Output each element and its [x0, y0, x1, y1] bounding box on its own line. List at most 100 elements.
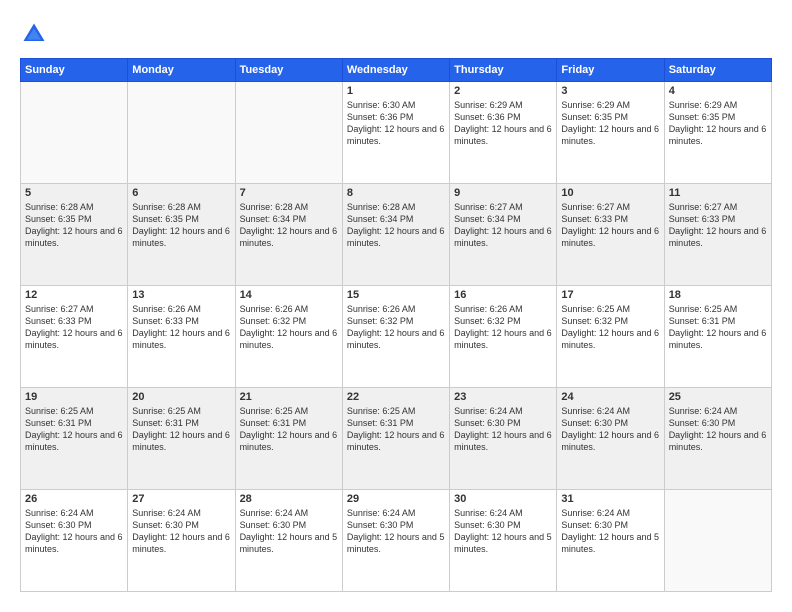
calendar-cell: 8 Sunrise: 6:28 AM Sunset: 6:34 PM Daylig… — [342, 184, 449, 286]
calendar-cell: 3 Sunrise: 6:29 AM Sunset: 6:35 PM Daylig… — [557, 82, 664, 184]
cell-text: Sunrise: 6:25 AM Sunset: 6:31 PM Dayligh… — [240, 405, 338, 454]
day-number: 20 — [132, 391, 230, 403]
calendar-header-row: SundayMondayTuesdayWednesdayThursdayFrid… — [21, 59, 772, 82]
calendar-cell: 27 Sunrise: 6:24 AM Sunset: 6:30 PM Dayli… — [128, 490, 235, 592]
cell-text: Sunrise: 6:28 AM Sunset: 6:35 PM Dayligh… — [132, 201, 230, 250]
logo-icon — [20, 20, 48, 48]
page: SundayMondayTuesdayWednesdayThursdayFrid… — [0, 0, 792, 612]
calendar-table: SundayMondayTuesdayWednesdayThursdayFrid… — [20, 58, 772, 592]
weekday-header-saturday: Saturday — [664, 59, 771, 82]
day-number: 9 — [454, 187, 552, 199]
calendar-week-row: 19 Sunrise: 6:25 AM Sunset: 6:31 PM Dayli… — [21, 388, 772, 490]
calendar-cell: 30 Sunrise: 6:24 AM Sunset: 6:30 PM Dayli… — [450, 490, 557, 592]
day-number: 26 — [25, 493, 123, 505]
cell-text: Sunrise: 6:29 AM Sunset: 6:35 PM Dayligh… — [669, 99, 767, 148]
calendar-cell: 10Sunrise: 6:27 AM Sunset: 6:33 PM Dayli… — [557, 184, 664, 286]
calendar-cell: 11 Sunrise: 6:27 AM Sunset: 6:33 PM Dayli… — [664, 184, 771, 286]
cell-text: Sunrise: 6:26 AM Sunset: 6:32 PM Dayligh… — [347, 303, 445, 352]
day-number: 25 — [669, 391, 767, 403]
day-number: 23 — [454, 391, 552, 403]
cell-text: Sunrise: 6:27 AM Sunset: 6:33 PM Dayligh… — [669, 201, 767, 250]
calendar-cell — [235, 82, 342, 184]
cell-text: Sunrise: 6:28 AM Sunset: 6:34 PM Dayligh… — [347, 201, 445, 250]
cell-text: Sunrise: 6:24 AM Sunset: 6:30 PM Dayligh… — [669, 405, 767, 454]
calendar-cell: 25 Sunrise: 6:24 AM Sunset: 6:30 PM Dayli… — [664, 388, 771, 490]
day-number: 18 — [669, 289, 767, 301]
cell-text: Sunrise: 6:24 AM Sunset: 6:30 PM Dayligh… — [25, 507, 123, 556]
weekday-header-monday: Monday — [128, 59, 235, 82]
calendar-cell: 4Sunrise: 6:29 AM Sunset: 6:35 PM Daylig… — [664, 82, 771, 184]
day-number: 19 — [25, 391, 123, 403]
weekday-header-thursday: Thursday — [450, 59, 557, 82]
day-number: 7 — [240, 187, 338, 199]
calendar-cell: 1 Sunrise: 6:30 AM Sunset: 6:36 PM Daylig… — [342, 82, 449, 184]
calendar-cell: 6 Sunrise: 6:28 AM Sunset: 6:35 PM Daylig… — [128, 184, 235, 286]
calendar-cell — [21, 82, 128, 184]
cell-text: Sunrise: 6:27 AM Sunset: 6:33 PM Dayligh… — [25, 303, 123, 352]
day-number: 5 — [25, 187, 123, 199]
calendar-cell: 12 Sunrise: 6:27 AM Sunset: 6:33 PM Dayli… — [21, 286, 128, 388]
calendar-cell: 22Sunrise: 6:25 AM Sunset: 6:31 PM Dayli… — [342, 388, 449, 490]
calendar-cell: 2 Sunrise: 6:29 AM Sunset: 6:36 PM Daylig… — [450, 82, 557, 184]
calendar-cell: 19 Sunrise: 6:25 AM Sunset: 6:31 PM Dayli… — [21, 388, 128, 490]
cell-text: Sunrise: 6:26 AM Sunset: 6:32 PM Dayligh… — [454, 303, 552, 352]
calendar-cell: 9 Sunrise: 6:27 AM Sunset: 6:34 PM Daylig… — [450, 184, 557, 286]
calendar-cell: 24 Sunrise: 6:24 AM Sunset: 6:30 PM Dayli… — [557, 388, 664, 490]
logo — [20, 20, 52, 48]
day-number: 15 — [347, 289, 445, 301]
weekday-header-tuesday: Tuesday — [235, 59, 342, 82]
cell-text: Sunrise: 6:25 AM Sunset: 6:31 PM Dayligh… — [25, 405, 123, 454]
cell-text: Sunrise: 6:26 AM Sunset: 6:33 PM Dayligh… — [132, 303, 230, 352]
cell-text: Sunrise: 6:25 AM Sunset: 6:31 PM Dayligh… — [132, 405, 230, 454]
calendar-cell: 26 Sunrise: 6:24 AM Sunset: 6:30 PM Dayli… — [21, 490, 128, 592]
calendar-cell: 21 Sunrise: 6:25 AM Sunset: 6:31 PM Dayli… — [235, 388, 342, 490]
day-number: 8 — [347, 187, 445, 199]
cell-text: Sunrise: 6:24 AM Sunset: 6:30 PM Dayligh… — [132, 507, 230, 556]
cell-text: Sunrise: 6:24 AM Sunset: 6:30 PM Dayligh… — [454, 405, 552, 454]
day-number: 3 — [561, 85, 659, 97]
day-number: 12 — [25, 289, 123, 301]
calendar-week-row: 12 Sunrise: 6:27 AM Sunset: 6:33 PM Dayli… — [21, 286, 772, 388]
day-number: 28 — [240, 493, 338, 505]
calendar-cell: 13 Sunrise: 6:26 AM Sunset: 6:33 PM Dayli… — [128, 286, 235, 388]
cell-text: Sunrise: 6:25 AM Sunset: 6:31 PM Dayligh… — [669, 303, 767, 352]
cell-text: Sunrise: 6:27 AM Sunset: 6:34 PM Dayligh… — [454, 201, 552, 250]
day-number: 27 — [132, 493, 230, 505]
cell-text: Sunrise: 6:24 AM Sunset: 6:30 PM Dayligh… — [561, 405, 659, 454]
calendar-cell: 20 Sunrise: 6:25 AM Sunset: 6:31 PM Dayli… — [128, 388, 235, 490]
day-number: 16 — [454, 289, 552, 301]
day-number: 14 — [240, 289, 338, 301]
cell-text: Sunrise: 6:27 AM Sunset: 6:33 PM Dayligh… — [561, 201, 659, 250]
day-number: 30 — [454, 493, 552, 505]
weekday-header-friday: Friday — [557, 59, 664, 82]
day-number: 6 — [132, 187, 230, 199]
day-number: 1 — [347, 85, 445, 97]
cell-text: Sunrise: 6:25 AM Sunset: 6:32 PM Dayligh… — [561, 303, 659, 352]
cell-text: Sunrise: 6:28 AM Sunset: 6:35 PM Dayligh… — [25, 201, 123, 250]
calendar-cell: 5 Sunrise: 6:28 AM Sunset: 6:35 PM Daylig… — [21, 184, 128, 286]
calendar-cell: 23 Sunrise: 6:24 AM Sunset: 6:30 PM Dayli… — [450, 388, 557, 490]
day-number: 17 — [561, 289, 659, 301]
cell-text: Sunrise: 6:29 AM Sunset: 6:36 PM Dayligh… — [454, 99, 552, 148]
calendar-cell: 16 Sunrise: 6:26 AM Sunset: 6:32 PM Dayli… — [450, 286, 557, 388]
header — [20, 20, 772, 48]
weekday-header-sunday: Sunday — [21, 59, 128, 82]
day-number: 13 — [132, 289, 230, 301]
calendar-cell: 14Sunrise: 6:26 AM Sunset: 6:32 PM Dayli… — [235, 286, 342, 388]
calendar-cell: 17 Sunrise: 6:25 AM Sunset: 6:32 PM Dayli… — [557, 286, 664, 388]
cell-text: Sunrise: 6:24 AM Sunset: 6:30 PM Dayligh… — [240, 507, 338, 556]
calendar-cell: 29Sunrise: 6:24 AM Sunset: 6:30 PM Dayli… — [342, 490, 449, 592]
calendar-cell: 15 Sunrise: 6:26 AM Sunset: 6:32 PM Dayli… — [342, 286, 449, 388]
cell-text: Sunrise: 6:29 AM Sunset: 6:35 PM Dayligh… — [561, 99, 659, 148]
day-number: 11 — [669, 187, 767, 199]
cell-text: Sunrise: 6:24 AM Sunset: 6:30 PM Dayligh… — [347, 507, 445, 556]
cell-text: Sunrise: 6:24 AM Sunset: 6:30 PM Dayligh… — [454, 507, 552, 556]
calendar-week-row: 5 Sunrise: 6:28 AM Sunset: 6:35 PM Daylig… — [21, 184, 772, 286]
calendar-cell: 28 Sunrise: 6:24 AM Sunset: 6:30 PM Dayli… — [235, 490, 342, 592]
cell-text: Sunrise: 6:30 AM Sunset: 6:36 PM Dayligh… — [347, 99, 445, 148]
calendar-cell: 7Sunrise: 6:28 AM Sunset: 6:34 PM Daylig… — [235, 184, 342, 286]
day-number: 31 — [561, 493, 659, 505]
day-number: 24 — [561, 391, 659, 403]
day-number: 21 — [240, 391, 338, 403]
day-number: 2 — [454, 85, 552, 97]
